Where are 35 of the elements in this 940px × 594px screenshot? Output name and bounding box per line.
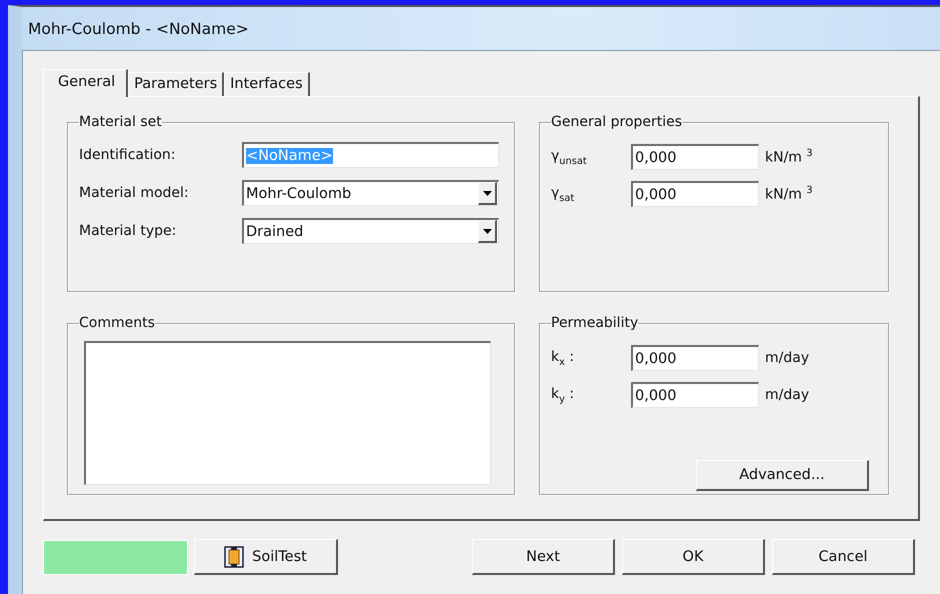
- input-field[interactable]: 0,000: [631, 382, 759, 408]
- field-label: γ$_{sat}$: [551, 184, 576, 204]
- dropdown-field[interactable]: Mohr-Coulomb: [242, 180, 499, 206]
- group-title: Comments: [79, 315, 155, 331]
- unit-label: m/day: [765, 387, 810, 403]
- tab[interactable]: Parameters: [128, 72, 224, 96]
- input-field[interactable]: 0,000: [631, 181, 759, 207]
- unit-label: m/day: [765, 350, 810, 366]
- field-label: k$_{y}$ :: [551, 386, 576, 404]
- dialog-button[interactable]: Next: [472, 539, 615, 575]
- group-title: Material set: [79, 114, 162, 130]
- field-label: γ$_{unsat}$: [551, 148, 588, 166]
- input-field[interactable]: 0,000: [631, 345, 759, 371]
- dialog-button[interactable]: SoilTest: [194, 539, 338, 575]
- dropdown-arrow-icon: [482, 228, 492, 234]
- field-label: Identification:: [79, 147, 177, 163]
- dropdown-field[interactable]: Drained: [242, 218, 499, 244]
- tab[interactable]: Interfaces: [224, 72, 310, 96]
- field-label: Material type:: [79, 223, 178, 239]
- group-title: General properties: [551, 114, 682, 130]
- group-title: Permeability: [551, 315, 638, 331]
- dialog-button[interactable]: Cancel: [772, 539, 915, 575]
- input-field[interactable]: 0,000: [631, 144, 759, 170]
- comments-field[interactable]: [84, 341, 491, 485]
- field-label: k$_{x}$ :: [551, 348, 576, 368]
- color-swatch[interactable]: [43, 540, 188, 574]
- unit-label: kN/m $^{3}$: [765, 185, 813, 203]
- field-label: Material model:: [79, 185, 190, 201]
- window-title: Mohr-Coulomb - <NoName>: [28, 20, 249, 38]
- dialog-button[interactable]: OK: [622, 539, 765, 575]
- dropdown-arrow-icon: [482, 190, 492, 196]
- cylinder-icon: [224, 546, 244, 568]
- tab[interactable]: General: [43, 69, 128, 97]
- unit-label: kN/m $^{3}$: [765, 148, 813, 166]
- advanced-button[interactable]: Advanced...: [696, 460, 869, 491]
